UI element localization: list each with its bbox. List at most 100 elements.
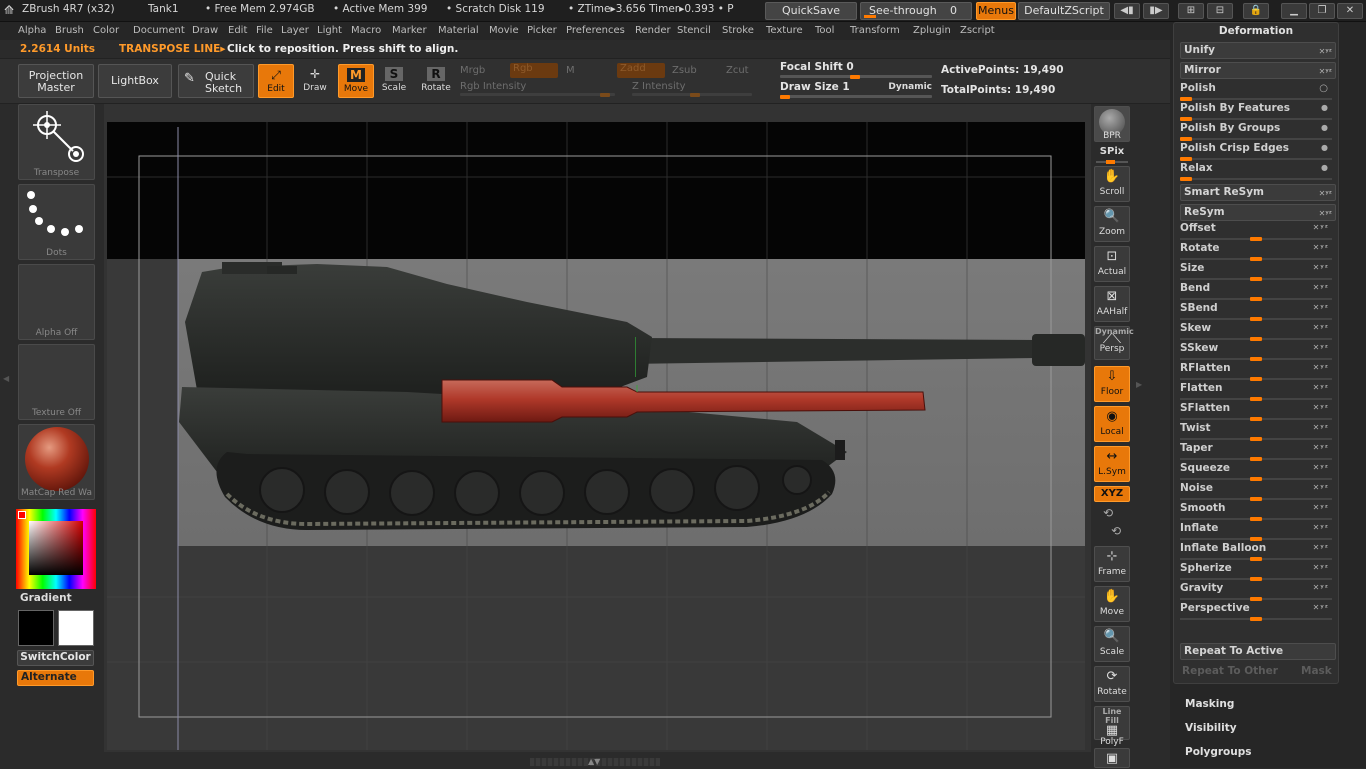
switchcolor-button[interactable]: SwitchColor — [17, 650, 94, 666]
xyz-axis-toggle[interactable]: ✕ʸᶻ — [1313, 223, 1329, 232]
color-saturation-square[interactable] — [29, 521, 83, 575]
layout-alt-icon[interactable]: ⊟ — [1207, 3, 1233, 19]
deform-slider-thumb[interactable] — [1250, 497, 1262, 501]
deform-slider[interactable]: SFlatten ✕ʸᶻ — [1180, 402, 1332, 421]
deform-slider-thumb[interactable] — [1250, 577, 1262, 581]
deform-slider-thumb[interactable] — [1250, 557, 1262, 561]
menu-movie[interactable]: Movie — [489, 25, 519, 36]
alternate-button[interactable]: Alternate — [17, 670, 94, 686]
deform-slider-thumb[interactable] — [1250, 397, 1262, 401]
menu-stencil[interactable]: Stencil — [677, 25, 711, 36]
draw-size-slider[interactable]: Draw Size 1 Dynamic — [780, 81, 932, 99]
deform-slider-thumb[interactable] — [1250, 457, 1262, 461]
gradient-label[interactable]: Gradient — [20, 592, 72, 604]
xyz-axis-toggle[interactable]: ✕ʸᶻ — [1313, 263, 1329, 272]
xyz-axis-toggle[interactable]: ✕ʸᶻ — [1313, 483, 1329, 492]
deform-slider-thumb[interactable] — [1250, 237, 1262, 241]
deform-slider[interactable]: RFlatten ✕ʸᶻ — [1180, 362, 1332, 381]
rotate-view-button[interactable]: ⟳ Rotate — [1094, 666, 1130, 702]
menu-color[interactable]: Color — [93, 25, 119, 36]
mirror-button[interactable]: Mirror ✕ʸᶻ — [1180, 62, 1336, 79]
z-intensity-slider[interactable]: Z Intensity — [632, 81, 752, 97]
deform-slider[interactable]: Spherize ✕ʸᶻ — [1180, 562, 1332, 581]
deform-slider[interactable]: Flatten ✕ʸᶻ — [1180, 382, 1332, 401]
polish-by-groups-slider[interactable]: Polish By Groups ● — [1180, 122, 1332, 141]
menu-render[interactable]: Render — [635, 25, 671, 36]
deform-slider-thumb[interactable] — [1250, 317, 1262, 321]
deform-slider[interactable]: Taper ✕ʸᶻ — [1180, 442, 1332, 461]
main-color-swatch[interactable] — [18, 610, 54, 646]
deform-slider[interactable]: SSkew ✕ʸᶻ — [1180, 342, 1332, 361]
canvas-bottom-arrow-icon[interactable]: ▲▼ — [588, 757, 600, 766]
minimize-icon[interactable]: ▁ — [1281, 3, 1307, 19]
deform-slider-thumb[interactable] — [1250, 417, 1262, 421]
repeat-to-active-button[interactable]: Repeat To Active — [1180, 643, 1336, 660]
deform-slider[interactable]: Perspective ✕ʸᶻ — [1180, 602, 1332, 621]
deform-slider-thumb[interactable] — [1250, 277, 1262, 281]
xyz-axis-toggle[interactable]: ✕ʸᶻ — [1313, 243, 1329, 252]
menu-file[interactable]: File — [256, 25, 273, 36]
move-mode-button[interactable]: M Move — [338, 64, 374, 98]
edit-mode-button[interactable]: ⤢ Edit — [258, 64, 294, 98]
viewport[interactable] — [107, 122, 1085, 750]
collapse-right-icon[interactable]: ▮▶ — [1143, 3, 1169, 19]
deform-slider-thumb[interactable] — [1250, 357, 1262, 361]
lsym-button[interactable]: ↔ L.Sym — [1094, 446, 1130, 482]
bpr-button[interactable]: BPR — [1094, 106, 1130, 142]
spix-slider[interactable]: SPix — [1094, 146, 1130, 164]
lock-icon[interactable]: 🔒 — [1243, 3, 1269, 19]
dynamic-toggle[interactable]: Dynamic — [888, 82, 932, 92]
deform-slider[interactable]: Bend ✕ʸᶻ — [1180, 282, 1332, 301]
menus-button[interactable]: Menus — [976, 2, 1016, 20]
xyz-axis-toggle[interactable]: ✕ʸᶻ — [1313, 283, 1329, 292]
xyz-axis-toggle[interactable]: ✕ʸᶻ — [1313, 583, 1329, 592]
deform-slider[interactable]: Inflate ✕ʸᶻ — [1180, 522, 1332, 541]
deform-slider-thumb[interactable] — [1250, 297, 1262, 301]
secondary-color-swatch[interactable] — [58, 610, 94, 646]
smart-resym-button[interactable]: Smart ReSym ✕ʸᶻ — [1180, 184, 1336, 201]
maximize-icon[interactable]: ❐ — [1309, 3, 1335, 19]
scale-mode-button[interactable]: S Scale — [376, 64, 412, 98]
quicksave-button[interactable]: QuickSave — [765, 2, 857, 20]
menu-draw[interactable]: Draw — [192, 25, 218, 36]
deform-slider[interactable]: Squeeze ✕ʸᶻ — [1180, 462, 1332, 481]
move-view-button[interactable]: ✋ Move — [1094, 586, 1130, 622]
deform-slider[interactable]: Skew ✕ʸᶻ — [1180, 322, 1332, 341]
menu-preferences[interactable]: Preferences — [566, 25, 625, 36]
menu-edit[interactable]: Edit — [228, 25, 247, 36]
menu-texture[interactable]: Texture — [766, 25, 803, 36]
deform-slider-thumb[interactable] — [1250, 477, 1262, 481]
lightbox-button[interactable]: LightBox — [98, 64, 172, 98]
deform-slider-thumb[interactable] — [1250, 617, 1262, 621]
deform-slider[interactable]: Gravity ✕ʸᶻ — [1180, 582, 1332, 601]
xyz-axis-toggle[interactable]: ✕ʸᶻ — [1313, 523, 1329, 532]
polish-slider[interactable]: Polish ○ — [1180, 82, 1332, 101]
y-rotate-icon[interactable]: ⟲ — [1103, 506, 1113, 520]
masking-subpalette[interactable]: Masking — [1185, 698, 1234, 710]
mrgb-button[interactable]: Mrgb — [460, 65, 485, 76]
zcut-button[interactable]: Zcut — [726, 65, 749, 76]
menu-light[interactable]: Light — [317, 25, 342, 36]
visibility-subpalette[interactable]: Visibility — [1185, 722, 1237, 734]
menu-transform[interactable]: Transform — [850, 25, 900, 36]
focal-shift-slider[interactable]: Focal Shift 0 — [780, 61, 932, 79]
see-through-slider[interactable]: See-through 0 — [860, 2, 972, 20]
deform-slider[interactable]: Offset ✕ʸᶻ — [1180, 222, 1332, 241]
collapse-left-icon[interactable]: ◀▮ — [1114, 3, 1140, 19]
xyz-axis-toggle[interactable]: ✕ʸᶻ — [1313, 603, 1329, 612]
deform-slider-thumb[interactable] — [1250, 337, 1262, 341]
m-button[interactable]: M — [566, 65, 575, 76]
menu-stroke[interactable]: Stroke — [722, 25, 754, 36]
quick-sketch-button[interactable]: ✎ Quick Sketch — [178, 64, 254, 98]
scale-view-button[interactable]: 🔍 Scale — [1094, 626, 1130, 662]
polish-by-features-slider[interactable]: Polish By Features ● — [1180, 102, 1332, 121]
deform-slider-thumb[interactable] — [1250, 517, 1262, 521]
xyz-axis-toggle[interactable]: ✕ʸᶻ — [1313, 383, 1329, 392]
xyz-rotate-button[interactable]: XYZ — [1094, 486, 1130, 502]
xyz-axis-toggle[interactable]: ✕ʸᶻ — [1313, 563, 1329, 572]
default-zscript-button[interactable]: DefaultZScript — [1018, 2, 1110, 20]
rgb-intensity-slider[interactable]: Rgb Intensity — [460, 81, 615, 97]
rgb-button[interactable]: Rgb — [510, 63, 558, 78]
xyz-axis-toggle[interactable]: ✕ʸᶻ — [1313, 503, 1329, 512]
xyz-axis-toggle[interactable]: ✕ʸᶻ — [1313, 423, 1329, 432]
